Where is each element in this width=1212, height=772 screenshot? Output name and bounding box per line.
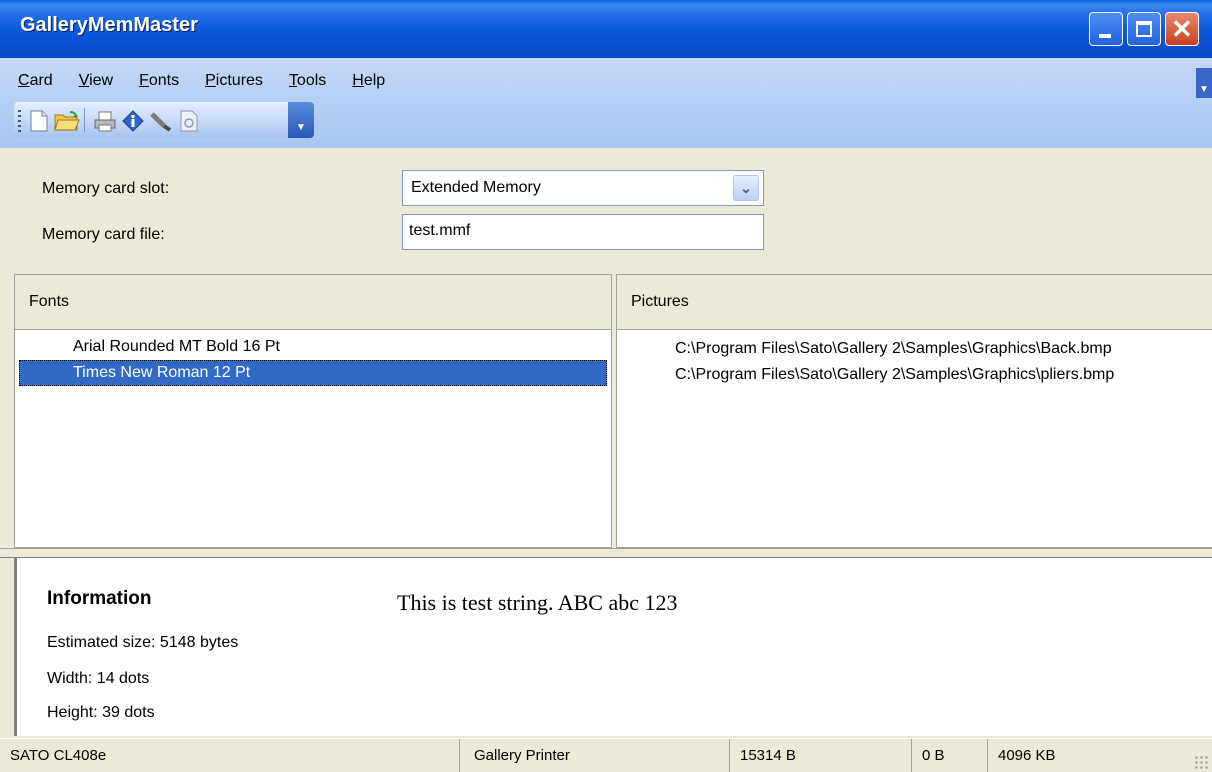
memory-card-slot-select[interactable]: Extended Memory ⌄ <box>402 170 764 206</box>
menu-pictures-accel: P <box>205 72 216 89</box>
status-bar: SATO CL408e Gallery Printer 15314 B 0 B … <box>0 738 1212 772</box>
menu-card[interactable]: Card <box>18 72 53 96</box>
menu-view[interactable]: View <box>79 72 113 96</box>
open-folder-icon[interactable] <box>54 108 80 134</box>
menu-view-accel: V <box>78 72 90 89</box>
close-icon: ✕ <box>1171 14 1193 44</box>
status-free-bytes: 0 B <box>912 739 988 772</box>
toolbar: ▼ <box>14 102 314 138</box>
information-title: Information <box>47 588 152 609</box>
maximize-button[interactable] <box>1127 12 1161 46</box>
memory-card-form: Memory card slot: Extended Memory ⌄ Memo… <box>0 148 1212 268</box>
pictures-panel-header: Pictures <box>617 275 1212 330</box>
font-list-item-selected[interactable]: Times New Roman 12 Pt <box>19 360 607 386</box>
status-used-bytes: 15314 B <box>730 739 912 772</box>
picture-list-item[interactable]: C:\Program Files\Sato\Gallery 2\Samples\… <box>675 336 1112 362</box>
close-button[interactable]: ✕ <box>1165 12 1199 46</box>
menu-pictures-label: ictures <box>215 72 263 89</box>
menu-fonts-accel: F <box>139 72 149 89</box>
font-sample-text: This is test string. ABC abc 123 <box>397 590 678 615</box>
menu-tools[interactable]: Tools <box>289 72 326 96</box>
estimated-size: Estimated size: 5148 bytes <box>47 634 239 651</box>
picture-list-item[interactable]: C:\Program Files\Sato\Gallery 2\Samples\… <box>675 362 1114 388</box>
menu-card-label: ard <box>29 72 53 89</box>
refresh-icon[interactable] <box>176 108 202 134</box>
fonts-panel-header: Fonts <box>15 275 611 330</box>
toolbar-grip[interactable] <box>18 110 21 132</box>
menu-card-accel: C <box>18 72 30 89</box>
pictures-panel: Pictures C:\Program Files\Sato\Gallery 2… <box>616 274 1212 548</box>
new-document-icon[interactable] <box>26 108 52 134</box>
menu-overflow-button[interactable]: ▼ <box>1196 68 1212 98</box>
memory-card-file-input[interactable]: test.mmf <box>402 214 764 250</box>
brush-icon[interactable] <box>148 108 174 134</box>
fonts-header-label: Fonts <box>29 293 70 310</box>
width-dots: Width: 14 dots <box>47 670 150 687</box>
pictures-header-label: Pictures <box>631 293 689 310</box>
memory-card-slot-label: Memory card slot: <box>42 180 170 197</box>
information-panel: Information Estimated size: 5148 bytes W… <box>14 558 1212 736</box>
menu-fonts-label: onts <box>148 72 180 89</box>
status-driver: Gallery Printer <box>460 739 730 772</box>
minimize-icon <box>1099 34 1111 38</box>
toolbar-separator <box>84 108 85 132</box>
fonts-panel: Fonts Arial Rounded MT Bold 16 Pt Times … <box>14 274 612 548</box>
pictures-list[interactable]: C:\Program Files\Sato\Gallery 2\Samples\… <box>617 330 1212 547</box>
menu-pictures[interactable]: Pictures <box>205 72 263 96</box>
menu-help-accel: H <box>352 72 364 89</box>
title-bar[interactable]: GalleryMemMaster ✕ <box>0 0 1212 58</box>
menu-help[interactable]: Help <box>352 72 385 96</box>
toolbar-overflow-button[interactable]: ▼ <box>288 102 314 138</box>
maximize-icon <box>1136 21 1152 37</box>
window-title: GalleryMemMaster <box>20 14 198 36</box>
menu-view-label: iew <box>89 72 114 89</box>
chevron-down-icon[interactable]: ⌄ <box>733 175 759 201</box>
fonts-list[interactable]: Arial Rounded MT Bold 16 Pt Times New Ro… <box>15 330 611 547</box>
font-list-item[interactable]: Arial Rounded MT Bold 16 Pt <box>73 334 280 360</box>
menu-tools-accel: T <box>288 72 297 89</box>
memory-card-slot-value: Extended Memory <box>411 179 541 196</box>
height-dots: Height: 39 dots <box>47 704 155 721</box>
info-icon[interactable] <box>120 108 146 134</box>
menu-tools-label: ools <box>296 72 327 89</box>
app-window: GalleryMemMaster ✕ Card View Fonts Pictu… <box>0 0 1212 772</box>
print-icon[interactable] <box>92 108 118 134</box>
status-printer: SATO CL408e <box>0 739 460 772</box>
menu-fonts[interactable]: Fonts <box>139 72 179 96</box>
menu-bar: Card View Fonts Pictures Tools Help <box>18 72 411 96</box>
horizontal-splitter[interactable] <box>0 548 1212 558</box>
minimize-button[interactable] <box>1089 12 1123 46</box>
command-area: Card View Fonts Pictures Tools Help ▼ ▼ <box>0 58 1212 149</box>
memory-card-file-label: Memory card file: <box>42 226 165 243</box>
menu-help-label: elp <box>363 72 386 89</box>
resize-grip-icon[interactable] <box>1194 755 1208 769</box>
status-total-size: 4096 KB <box>998 747 1056 764</box>
